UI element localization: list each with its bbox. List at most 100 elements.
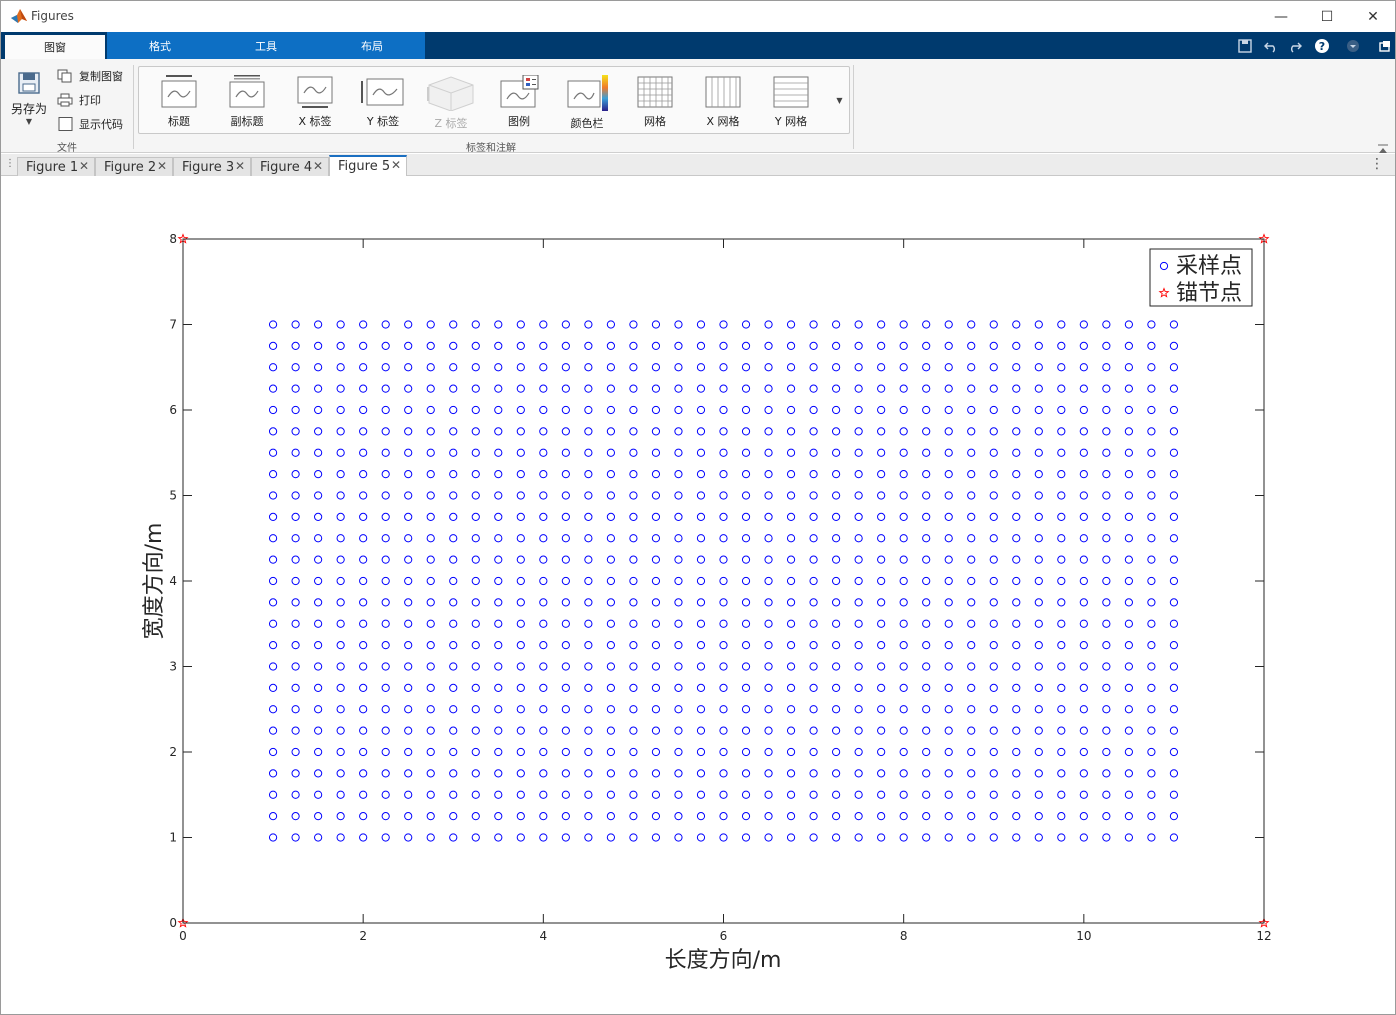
tab-figure-1[interactable]: Figure 1 ✕	[17, 157, 95, 176]
x-tick-label: 8	[900, 929, 908, 943]
tab-figure-3-label: Figure 3	[182, 159, 235, 175]
close-tab-icon[interactable]: ✕	[391, 158, 401, 172]
close-button[interactable]: ✕	[1350, 1, 1395, 32]
x-tick-label: 0	[179, 929, 187, 943]
title-bar: Figures — ☐ ✕	[1, 1, 1395, 32]
section-divider	[133, 65, 134, 149]
tab-figure-2-label: Figure 2	[104, 159, 157, 175]
ylabel-label: Y 标签	[366, 115, 400, 128]
tab-figure-5[interactable]: Figure 5 ✕	[329, 155, 407, 176]
print-icon	[57, 93, 73, 107]
undo-icon[interactable]	[1261, 37, 1281, 55]
close-tab-icon[interactable]: ✕	[235, 159, 245, 173]
y-tick-label: 4	[169, 574, 177, 588]
show-code-checkbox[interactable]: 显示代码	[57, 116, 123, 132]
legend-button[interactable]: 图例	[489, 75, 549, 133]
tab-menu-grip-icon[interactable]: ⋮	[5, 158, 15, 169]
xgrid-icon	[705, 76, 741, 108]
ylabel-icon	[361, 78, 404, 106]
legend-label: 图例	[508, 115, 530, 128]
save-as-label: 另存为	[10, 102, 47, 116]
x-axis-label: 长度方向/m	[665, 948, 782, 973]
zlabel-button[interactable]: Z 标签	[421, 75, 481, 133]
document-tab-bar: ⋮ Figure 1 ✕ Figure 2 ✕ Figure 3 ✕ Figure 4…	[1, 154, 1395, 176]
grid-button[interactable]: 网格	[625, 75, 685, 133]
y-tick-label: 1	[169, 831, 177, 845]
y-axis-label: 宽度方向/m	[142, 523, 167, 640]
help-icon[interactable]: ?	[1312, 37, 1332, 55]
close-tab-icon[interactable]: ✕	[157, 159, 167, 173]
zlabel-label: Z 标签	[434, 117, 468, 130]
save-as-icon	[18, 72, 40, 94]
window-title: Figures	[31, 9, 74, 23]
close-tab-icon[interactable]: ✕	[79, 159, 89, 173]
ygrid-label: Y 网格	[774, 115, 808, 128]
xgrid-label: X 网格	[706, 115, 740, 128]
x-tick-label: 6	[720, 929, 728, 943]
file-section-label: 文件	[57, 143, 77, 154]
ylabel-button[interactable]: Y 标签	[353, 75, 413, 133]
gallery-expand-icon[interactable]: ▼	[829, 67, 850, 133]
chevron-down-icon: ▼	[25, 117, 33, 126]
annotations-section-label: 标签和注解	[466, 143, 516, 154]
tab-figure-1-label: Figure 1	[26, 159, 79, 175]
section-divider	[853, 65, 854, 149]
collapse-ribbon-icon[interactable]	[1377, 139, 1389, 153]
save-icon[interactable]	[1235, 37, 1255, 55]
zlabel-icon	[427, 76, 474, 111]
legend[interactable]: 采样点 锚节点	[1149, 248, 1253, 307]
x-tick-label: 12	[1256, 929, 1271, 943]
legend-entry-anchor: 锚节点	[1176, 281, 1242, 306]
annotations-gallery: 标题 副标题 X 标签 Y 标签 Z 标签 图例 颜色栏 网格 X 网格 Y 网…	[138, 66, 850, 134]
svg-text:?: ?	[1319, 40, 1325, 53]
y-tick-label: 7	[169, 318, 177, 332]
figure-canvas: 0 2 4 6 8 10 12 0 1 2 3 4 5 6 7 8 长度方向/m 宽度方向/m 采样点 锚节点	[1, 177, 1395, 1015]
y-tick-label: 5	[169, 489, 177, 503]
print-button[interactable]: 打印	[57, 92, 101, 108]
tab-figure-4[interactable]: Figure 4 ✕	[251, 157, 329, 176]
show-code-label: 显示代码	[79, 118, 123, 131]
subtitle-button[interactable]: 副标题	[217, 75, 277, 133]
subtitle-label: 副标题	[230, 115, 264, 128]
y-tick-label: 3	[169, 660, 177, 674]
y-tick-label: 6	[169, 403, 177, 417]
subtitle-icon	[229, 75, 265, 108]
scatter-plot[interactable]: 0 2 4 6 8 10 12012345678 长度方向/m 宽度方向/m 采样点 锚节点	[1, 177, 1395, 1015]
colorbar-icon	[567, 75, 608, 111]
legend-entry-sampling: 采样点	[1176, 254, 1242, 279]
y-tick-label: 0	[169, 916, 177, 930]
more-options-icon[interactable]: ⋮	[1370, 156, 1384, 172]
ygrid-button[interactable]: Y 网格	[761, 75, 821, 133]
copy-figure-button[interactable]: 复制图窗	[57, 68, 123, 84]
tab-figure-3[interactable]: Figure 3 ✕	[173, 157, 251, 176]
ribbon-tab-strip: 图窗 格式 工具 布局	[1, 32, 1395, 59]
y-tick-label: 8	[169, 232, 177, 246]
xlabel-icon	[297, 76, 333, 108]
ygrid-icon	[773, 76, 809, 108]
close-tab-icon[interactable]: ✕	[313, 159, 323, 173]
maximize-button[interactable]: ☐	[1304, 1, 1350, 32]
xlabel-button[interactable]: X 标签	[285, 75, 345, 133]
save-as-button[interactable]: 另存为 ▼	[9, 69, 49, 126]
x-tick-label: 4	[540, 929, 548, 943]
xgrid-button[interactable]: X 网格	[693, 75, 753, 133]
tab-layout[interactable]: 布局	[319, 32, 425, 59]
copy-icon	[57, 69, 72, 83]
minimize-button[interactable]: —	[1258, 1, 1304, 32]
y-tick-label: 2	[169, 745, 177, 759]
tab-figure-4-label: Figure 4	[260, 159, 313, 175]
tab-format[interactable]: 格式	[107, 32, 213, 59]
quick-access-dropdown-icon[interactable]	[1343, 37, 1363, 55]
tab-tools[interactable]: 工具	[213, 32, 319, 59]
redo-icon[interactable]	[1285, 37, 1305, 55]
legend-icon	[500, 75, 539, 108]
title-button[interactable]: 标题	[149, 75, 209, 133]
tab-figure-2[interactable]: Figure 2 ✕	[95, 157, 173, 176]
undock-icon[interactable]	[1375, 37, 1395, 55]
title-label: 标题	[168, 115, 190, 128]
tab-figure[interactable]: 图窗	[5, 35, 105, 59]
xlabel-label: X 标签	[298, 115, 332, 128]
colorbar-button[interactable]: 颜色栏	[557, 75, 617, 133]
grid-icon	[637, 76, 673, 108]
matlab-logo-icon	[11, 9, 27, 23]
